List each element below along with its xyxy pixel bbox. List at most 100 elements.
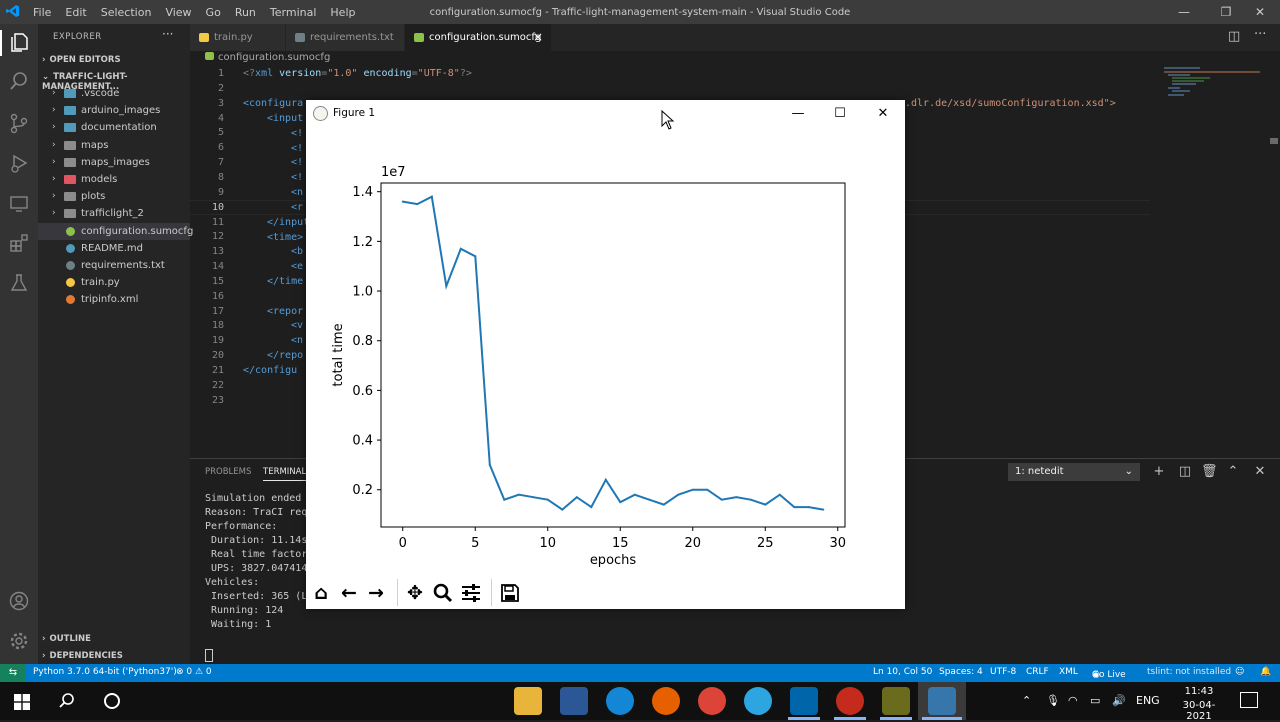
folder-item[interactable]: › documentation	[38, 119, 190, 136]
menu-edit[interactable]: Edit	[58, 6, 93, 19]
code-line-10[interactable]: <r	[291, 202, 303, 213]
search-icon[interactable]	[7, 70, 31, 94]
tab-terminal[interactable]: TERMINAL	[263, 467, 307, 481]
split-editor-icon[interactable]: ◫	[1228, 29, 1240, 44]
account-icon[interactable]	[7, 590, 31, 614]
tab-train-py[interactable]: train.py	[190, 24, 285, 51]
close-icon[interactable]: ✕	[1240, 0, 1280, 24]
sumo-netedit-icon[interactable]	[882, 687, 910, 715]
tray-chevron-icon[interactable]: ⌃	[1022, 694, 1031, 707]
trash-icon[interactable]: 🗑	[1201, 464, 1218, 480]
folder-item[interactable]: › arduino_images	[38, 102, 190, 119]
zoom-icon[interactable]	[430, 581, 456, 605]
problems-count[interactable]: ⊗ 0 ⚠ 0	[176, 667, 212, 677]
code-line-8[interactable]: <!	[291, 172, 303, 183]
clock[interactable]: 11:43 30-04-2021	[1170, 686, 1228, 722]
tslint-status[interactable]: tslint: not installed	[1147, 667, 1231, 677]
figure-title-bar[interactable]: Figure 1 — ☐ ✕	[306, 100, 905, 128]
volume-icon[interactable]: 🔊	[1112, 694, 1126, 707]
menu-view[interactable]: View	[158, 6, 198, 19]
more-actions-icon[interactable]: ···	[162, 27, 173, 41]
code-line-15[interactable]: </time	[267, 276, 303, 287]
configure-icon[interactable]	[458, 581, 484, 605]
file-item[interactable]: README.md	[38, 240, 190, 257]
menu-file[interactable]: File	[26, 6, 58, 19]
cursor-position[interactable]: Ln 10, Col 50	[873, 667, 932, 677]
scrollbar-thumb[interactable]	[1270, 138, 1278, 144]
extensions-icon[interactable]	[7, 232, 31, 256]
wifi-icon[interactable]: ◠	[1068, 694, 1078, 707]
home-icon[interactable]: ⌂	[308, 581, 334, 605]
folder-item[interactable]: › models	[38, 171, 190, 188]
split-terminal-icon[interactable]: ◫	[1177, 464, 1193, 480]
vscode-taskbar-icon[interactable]	[790, 687, 818, 715]
tab-configuration-sumocfg[interactable]: configuration.sumocfg ×	[405, 24, 551, 51]
pan-icon[interactable]: ✥	[402, 581, 428, 605]
windows-start-icon[interactable]	[14, 694, 30, 713]
file-item[interactable]: configuration.sumocfg	[38, 222, 193, 240]
forward-icon[interactable]: →	[363, 581, 389, 605]
save-icon[interactable]	[497, 581, 523, 605]
menu-help[interactable]: Help	[323, 6, 362, 19]
chart-canvas[interactable]: 0 5 10 15 20 25 30 0.2 0.4 0.6 0.8 1.0 1.2 1.4 1e7 epoc…	[306, 128, 905, 576]
maximize-panel-icon[interactable]: ⌃	[1225, 464, 1241, 480]
settings-gear-icon[interactable]	[7, 630, 31, 654]
python-interpreter[interactable]: Python 3.7.0 64-bit ('Python37')	[33, 667, 177, 677]
tab-problems[interactable]: PROBLEMS	[205, 467, 251, 477]
remote-icon[interactable]: ⇆	[0, 664, 26, 682]
input-language[interactable]: ENG	[1136, 694, 1160, 707]
code-line-3-tail[interactable]: .dlr.de/xsd/sumoConfiguration.xsd">	[905, 98, 1116, 109]
folder-item[interactable]: › .vscode	[38, 85, 190, 102]
menu-run[interactable]: Run	[228, 6, 263, 19]
remote-desktop-icon[interactable]	[560, 687, 588, 715]
breadcrumb[interactable]: configuration.sumocfg	[205, 52, 330, 63]
close-panel-icon[interactable]: ✕	[1252, 464, 1268, 480]
code-line-1[interactable]: <?xml version="1.0" encoding="UTF-8"?>	[243, 68, 472, 79]
folder-item[interactable]: › maps_images	[38, 154, 190, 171]
code-line-6[interactable]: <!	[291, 143, 303, 154]
code-line-12[interactable]: <time>	[267, 232, 303, 243]
code-line-21[interactable]: </configu	[243, 365, 297, 376]
cortana-icon[interactable]	[104, 693, 120, 709]
dependencies-section[interactable]: › DEPENDENCIES	[42, 651, 123, 661]
menu-selection[interactable]: Selection	[94, 6, 159, 19]
code-line-5[interactable]: <!	[291, 128, 303, 139]
firefox-icon[interactable]	[652, 687, 680, 715]
figure-minimize-icon[interactable]: —	[783, 104, 813, 124]
code-line-17[interactable]: <repor	[267, 306, 303, 317]
open-editors-section[interactable]: › OPEN EDITORS	[42, 55, 121, 65]
language-mode[interactable]: XML	[1059, 667, 1078, 677]
file-item[interactable]: tripinfo.xml	[38, 291, 190, 308]
folder-item[interactable]: › trafficlight_2	[38, 205, 190, 222]
code-line-14[interactable]: <e	[291, 261, 303, 272]
folder-item[interactable]: › maps	[38, 137, 190, 154]
figure-maximize-icon[interactable]: ☐	[825, 104, 855, 124]
code-line-3[interactable]: <configura	[243, 98, 303, 109]
terminal-select[interactable]: 1: netedit ⌄	[1008, 463, 1140, 481]
remote-explorer-icon[interactable]	[7, 192, 31, 216]
testing-flask-icon[interactable]	[7, 272, 31, 296]
menu-terminal[interactable]: Terminal	[263, 6, 324, 19]
telegram-icon[interactable]	[744, 687, 772, 715]
tab-requirements-txt[interactable]: requirements.txt	[286, 24, 404, 51]
new-terminal-icon[interactable]: +	[1151, 464, 1167, 480]
code-line-4[interactable]: <input	[267, 113, 303, 124]
file-item[interactable]: train.py	[38, 274, 190, 291]
outline-section[interactable]: › OUTLINE	[42, 634, 91, 644]
minimap[interactable]	[1160, 64, 1270, 104]
code-line-7[interactable]: <!	[291, 157, 303, 168]
file-explorer-icon[interactable]	[514, 687, 542, 715]
close-tab-icon[interactable]: ×	[533, 24, 543, 51]
run-debug-icon[interactable]	[7, 152, 31, 176]
code-line-11[interactable]: </input	[267, 217, 309, 228]
code-line-18[interactable]: <v	[291, 320, 303, 331]
battery-icon[interactable]: ▭	[1090, 694, 1100, 707]
figure-close-icon[interactable]: ✕	[868, 104, 898, 124]
menu-go[interactable]: Go	[199, 6, 228, 19]
back-icon[interactable]: ←	[336, 581, 362, 605]
source-control-icon[interactable]	[7, 112, 31, 136]
file-encoding[interactable]: UTF-8	[990, 667, 1016, 677]
explorer-icon[interactable]	[7, 31, 31, 55]
file-item[interactable]: requirements.txt	[38, 257, 190, 274]
code-line-13[interactable]: <b	[291, 246, 303, 257]
